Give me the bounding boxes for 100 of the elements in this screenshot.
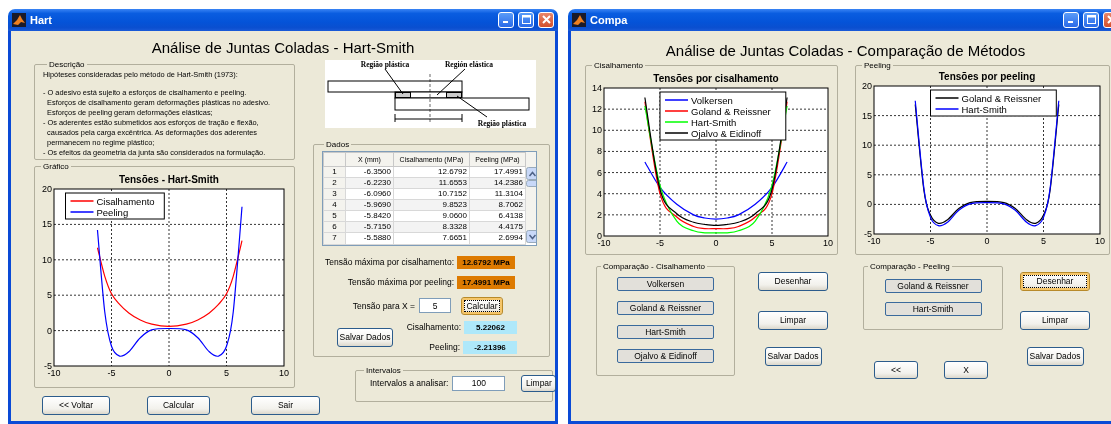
table-cell: -5.7150	[345, 221, 394, 233]
tick-label: 2	[597, 209, 602, 220]
page-heading: Análise de Juntas Coladas - Hart-Smith	[150, 38, 416, 57]
legend-label: Cisalhamento	[96, 195, 155, 207]
group-label: Comparação - Cisalhamento	[602, 261, 706, 271]
push-button[interactable]: << Voltar	[42, 395, 110, 415]
action-button[interactable]: Limpar	[1020, 310, 1090, 330]
tick-label: -5	[107, 367, 116, 378]
tick-label: 6	[597, 167, 602, 178]
leader-line	[436, 68, 466, 96]
legend-label: Hart-Smith	[961, 103, 1007, 115]
tick-label: 20	[862, 80, 872, 91]
tick-label: 20	[42, 183, 52, 194]
legend-label: Peeling	[96, 206, 129, 218]
tick-label: 5	[769, 237, 775, 248]
field-label: Tensão máxima por peeling:	[347, 277, 454, 288]
legend-label: Hart-Smith	[691, 116, 737, 128]
window-title: Compa	[590, 13, 629, 26]
method-toggle[interactable]: Volkersen	[617, 276, 714, 291]
legend-label: Ojalvo & Eidinoff	[691, 127, 762, 139]
tick-label: 10	[1095, 235, 1105, 246]
tick-label: 15	[862, 110, 872, 121]
nav-button[interactable]: <<	[874, 360, 918, 379]
tick-label: 0	[166, 367, 172, 378]
close-button[interactable]	[538, 11, 554, 28]
group-label: Comparação - Peeling	[869, 261, 951, 271]
table-cell: 17.4991	[469, 166, 526, 178]
chart-title: Tensões - Hart-Smith	[119, 173, 219, 185]
method-toggle[interactable]: Goland & Reissner	[884, 278, 982, 293]
tick-label: 5	[47, 289, 52, 300]
legend-label: Volkersen	[691, 94, 733, 106]
tick-label: 0	[47, 325, 52, 336]
maximize-button[interactable]	[1083, 11, 1099, 28]
tick-label: 10	[862, 139, 872, 150]
tick-label: 12	[592, 103, 602, 114]
group-label: Descrição	[48, 59, 86, 69]
window-title: Hart	[30, 13, 53, 26]
group-label: Intervalos	[365, 365, 402, 375]
value-display: 12.6792 MPa	[457, 255, 515, 269]
group-label: Gráfico	[42, 161, 70, 171]
calculate-button[interactable]: Calcular	[461, 296, 503, 315]
value-display: -2.21396	[463, 340, 517, 354]
action-button[interactable]: Desenhar	[1020, 271, 1090, 291]
table-cell: 9.0600	[393, 210, 470, 222]
scroll-bar[interactable]	[526, 151, 536, 243]
method-toggle[interactable]: Goland & Reissner	[617, 300, 714, 315]
maximize-icon	[521, 15, 531, 25]
clear-button[interactable]: Limpar	[521, 374, 557, 392]
value-display: 17.4991 MPa	[457, 275, 515, 289]
table-cell: -5.9690	[345, 199, 394, 211]
minimize-button[interactable]	[1063, 11, 1079, 28]
method-toggle[interactable]: Hart-Smith	[617, 324, 714, 339]
x-input-field[interactable]: 5	[419, 298, 451, 314]
value-display: 5.22062	[464, 320, 517, 334]
maximize-button[interactable]	[518, 11, 534, 28]
row-number: 3	[323, 188, 346, 200]
table-cell: -6.3500	[345, 166, 394, 178]
leader-line	[384, 68, 404, 95]
row-number: 1	[323, 166, 346, 178]
push-button[interactable]: Calcular	[147, 395, 210, 415]
tick-label: -5	[926, 235, 935, 246]
method-toggle[interactable]: Hart-Smith	[884, 301, 982, 316]
minimize-button[interactable]	[498, 11, 514, 28]
table-cell: -6.2230	[345, 177, 394, 189]
nav-button[interactable]: X	[944, 360, 988, 379]
tick-label: 5	[224, 367, 229, 378]
chart-title: Tensões por peeling	[938, 70, 1036, 82]
table-cell: 8.7062	[469, 199, 526, 211]
tick-label: 0	[713, 237, 719, 248]
app-icon	[12, 12, 26, 27]
tick-label: 10	[279, 367, 289, 378]
table-cell: -5.8420	[345, 210, 394, 222]
table-cell: 10.7152	[393, 188, 470, 200]
tick-label: 14	[592, 82, 602, 93]
row-number: 5	[323, 210, 346, 222]
save-data-button[interactable]: Salvar Dados	[337, 327, 393, 347]
intervals-input-field[interactable]: 100	[452, 375, 506, 391]
method-toggle[interactable]: Ojalvo & Eidinoff	[617, 348, 714, 363]
leader-line	[456, 95, 488, 118]
tick-label: 5	[867, 169, 872, 180]
table-cell: 14.2386	[469, 177, 526, 189]
tick-label: 10	[592, 124, 602, 135]
tick-label: 15	[42, 218, 52, 229]
tick-label: 0	[984, 235, 990, 246]
table-cell: 11.3104	[469, 188, 526, 200]
push-button[interactable]: Sair	[251, 395, 320, 415]
group-label: Dados	[325, 139, 351, 149]
group-label: Peeling	[863, 60, 892, 70]
field-label: Tensão máxima por cisalhamento:	[325, 257, 454, 268]
action-button[interactable]: Salvar Dados	[1026, 346, 1084, 366]
close-icon	[541, 15, 551, 25]
field-label: Tensão para X =	[352, 300, 415, 311]
action-button[interactable]: Limpar	[758, 310, 828, 330]
legend-label: Goland & Reissner	[961, 92, 1042, 104]
row-number: 6	[323, 221, 346, 233]
row-number: 4	[323, 199, 346, 211]
tick-label: 10	[823, 237, 833, 248]
action-button[interactable]: Salvar Dados	[764, 346, 822, 366]
action-button[interactable]: Desenhar	[758, 271, 828, 291]
field-label: Cisalhamento:	[406, 322, 461, 333]
